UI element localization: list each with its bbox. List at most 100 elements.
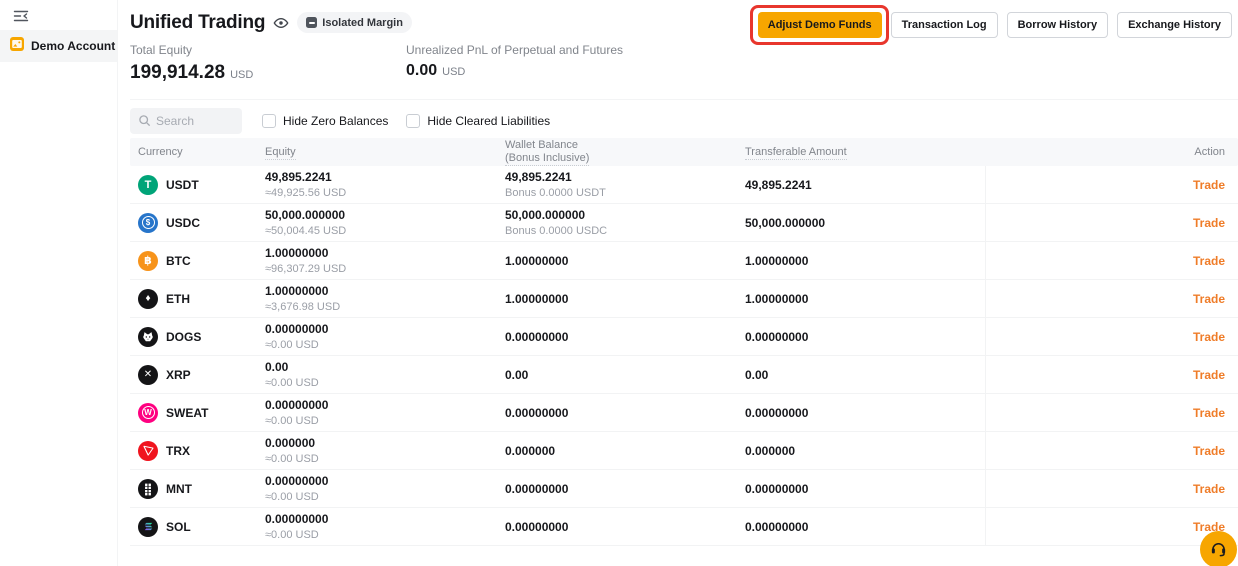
- equity-usd-value: ≈0.00 USD: [265, 453, 319, 465]
- equity-usd-value: ≈0.00 USD: [265, 377, 319, 389]
- equity-usd-value: ≈3,676.98 USD: [265, 301, 341, 313]
- equity-value: 0.000000: [265, 436, 316, 450]
- margin-mode-badge: Isolated Margin: [297, 12, 412, 33]
- currency-symbol: USDT: [166, 177, 199, 192]
- equity-value: 0.00000000: [265, 474, 329, 488]
- header-actions: Adjust Demo Funds Transaction Log Borrow…: [749, 5, 1232, 45]
- table-row: T USDT 49,895.2241 ≈49,925.56 USD 49,895…: [130, 166, 1238, 204]
- wallet-bonus-value: Bonus 0.0000 USDC: [505, 225, 608, 237]
- page-title: Unified Trading: [130, 11, 266, 33]
- table-row: DOGS 0.00000000 ≈0.00 USD 0.00000000 0.0…: [130, 318, 1238, 356]
- support-fab-button[interactable]: [1200, 531, 1237, 566]
- hide-zero-balances-label: Hide Zero Balances: [283, 114, 389, 128]
- trade-link[interactable]: Trade: [1193, 216, 1225, 230]
- equity-value: 50,000.000000: [265, 208, 346, 222]
- wallet-balance-value: 0.00: [505, 367, 529, 382]
- transferable-amount-value: 1.00000000: [745, 291, 809, 306]
- main-content: Unified Trading Isolated Margin Adjust D…: [118, 0, 1238, 566]
- sidebar-item-label: Demo Account: [31, 39, 116, 53]
- currency-symbol: USDC: [166, 215, 201, 230]
- currency-symbol: MNT: [166, 481, 192, 496]
- hide-zero-balances-checkbox[interactable]: Hide Zero Balances: [262, 114, 388, 128]
- visibility-eye-icon[interactable]: [273, 15, 289, 31]
- equity-value: 0.00000000: [265, 322, 329, 336]
- trade-link[interactable]: Trade: [1193, 406, 1225, 420]
- isolated-margin-icon: [306, 17, 318, 28]
- table-row: W SWEAT 0.00000000 ≈0.00 USD 0.00000000 …: [130, 394, 1238, 432]
- margin-badge-label: Isolated Margin: [322, 16, 403, 29]
- transferable-amount-value: 1.00000000: [745, 253, 809, 268]
- transferable-amount-value: 0.00000000: [745, 481, 809, 496]
- equity-usd-value: ≈96,307.29 USD: [265, 263, 347, 275]
- currency-symbol: SOL: [166, 519, 191, 534]
- transferable-amount-value: 0.00000000: [745, 519, 809, 534]
- trade-link[interactable]: Trade: [1193, 292, 1225, 306]
- wallet-balance-value: 0.00000000: [505, 481, 569, 496]
- wallet-balance-value: 1.00000000: [505, 253, 569, 268]
- demo-account-icon: [10, 36, 24, 56]
- trade-link[interactable]: Trade: [1193, 330, 1225, 344]
- trade-link[interactable]: Trade: [1193, 482, 1225, 496]
- total-equity-value: 199,914.28: [130, 62, 226, 83]
- adjust-demo-funds-button[interactable]: Adjust Demo Funds: [757, 12, 882, 38]
- exchange-history-button[interactable]: Exchange History: [1117, 12, 1232, 38]
- transferable-amount-value: 0.000000: [745, 443, 796, 458]
- trade-link[interactable]: Trade: [1193, 254, 1225, 268]
- sidebar: Demo Account: [0, 0, 118, 566]
- table-row: ♦ ETH 1.00000000 ≈3,676.98 USD 1.0000000…: [130, 280, 1238, 318]
- trade-link[interactable]: Trade: [1193, 444, 1225, 458]
- header-action: Action: [1194, 146, 1225, 158]
- currency-symbol: SWEAT: [166, 405, 209, 420]
- wallet-balance-value: 1.00000000: [505, 291, 569, 306]
- trade-link[interactable]: Trade: [1193, 368, 1225, 382]
- table-row: $ USDC 50,000.000000 ≈50,004.45 USD 50,0…: [130, 204, 1238, 242]
- transaction-log-button[interactable]: Transaction Log: [890, 12, 998, 38]
- trade-link[interactable]: Trade: [1193, 178, 1225, 192]
- coin-icon: ✕: [138, 364, 158, 385]
- header-currency: Currency: [138, 146, 183, 158]
- checkbox-icon[interactable]: [406, 114, 421, 128]
- wallet-balance-value: 0.00000000: [505, 329, 569, 344]
- wallet-balance-value: 50,000.000000: [505, 208, 586, 222]
- equity-usd-value: ≈50,004.45 USD: [265, 225, 347, 237]
- checkbox-icon[interactable]: [262, 114, 276, 128]
- equity-value: 1.00000000: [265, 284, 329, 298]
- equity-usd-value: ≈0.00 USD: [265, 529, 319, 541]
- equity-value: 1.00000000: [265, 246, 329, 260]
- equity-usd-value: ≈0.00 USD: [265, 415, 319, 427]
- wallet-bonus-value: Bonus 0.0000 USDT: [505, 187, 606, 199]
- unrealized-pnl-unit: USD: [442, 66, 466, 78]
- unrealized-pnl-label: Unrealized PnL of Perpetual and Futures: [406, 43, 624, 57]
- hide-cleared-liabilities-label: Hide Cleared Liabilities: [427, 114, 551, 128]
- demo-trading-page: Demo Account Unified Trading Isolated Ma…: [0, 0, 1238, 566]
- section-divider: [130, 99, 1238, 100]
- currency-symbol: TRX: [166, 443, 190, 458]
- assets-table: Currency Equity Wallet Balance (Bonus In…: [130, 138, 1238, 546]
- borrow-history-button[interactable]: Borrow History: [1006, 12, 1109, 38]
- total-equity-label: Total Equity: [130, 43, 193, 57]
- equity-value: 49,895.2241: [265, 170, 332, 184]
- wallet-balance-value: 0.00000000: [505, 405, 569, 420]
- table-row: SOL 0.00000000 ≈0.00 USD 0.00000000 0.00…: [130, 508, 1238, 546]
- coin-icon: [138, 516, 158, 537]
- currency-symbol: XRP: [166, 367, 191, 382]
- table-row: ฿ BTC 1.00000000 ≈96,307.29 USD 1.000000…: [130, 242, 1238, 280]
- coin-icon: [138, 440, 158, 461]
- table-body: T USDT 49,895.2241 ≈49,925.56 USD 49,895…: [130, 166, 1238, 546]
- sidebar-collapse-icon[interactable]: [12, 9, 30, 25]
- equity-value: 0.00: [265, 360, 289, 374]
- transferable-amount-value: 49,895.2241: [745, 177, 812, 192]
- hide-cleared-liabilities-checkbox[interactable]: Hide Cleared Liabilities: [406, 114, 550, 128]
- transferable-amount-value: 0.00000000: [745, 405, 809, 420]
- coin-icon: ฿: [138, 250, 158, 271]
- stats-row: Total Equity 199,914.28 USD Unrealized P…: [130, 43, 1238, 84]
- wallet-balance-value: 0.000000: [505, 443, 556, 458]
- coin-icon: $: [138, 212, 158, 233]
- equity-value: 0.00000000: [265, 398, 329, 412]
- header-equity: Equity: [265, 146, 296, 160]
- equity-usd-value: ≈0.00 USD: [265, 491, 319, 503]
- filter-controls: Hide Zero Balances Hide Cleared Liabilit…: [130, 108, 1238, 134]
- equity-value: 0.00000000: [265, 512, 329, 526]
- sidebar-item-demo-account[interactable]: Demo Account: [0, 30, 117, 62]
- coin-icon: ♦: [138, 288, 158, 309]
